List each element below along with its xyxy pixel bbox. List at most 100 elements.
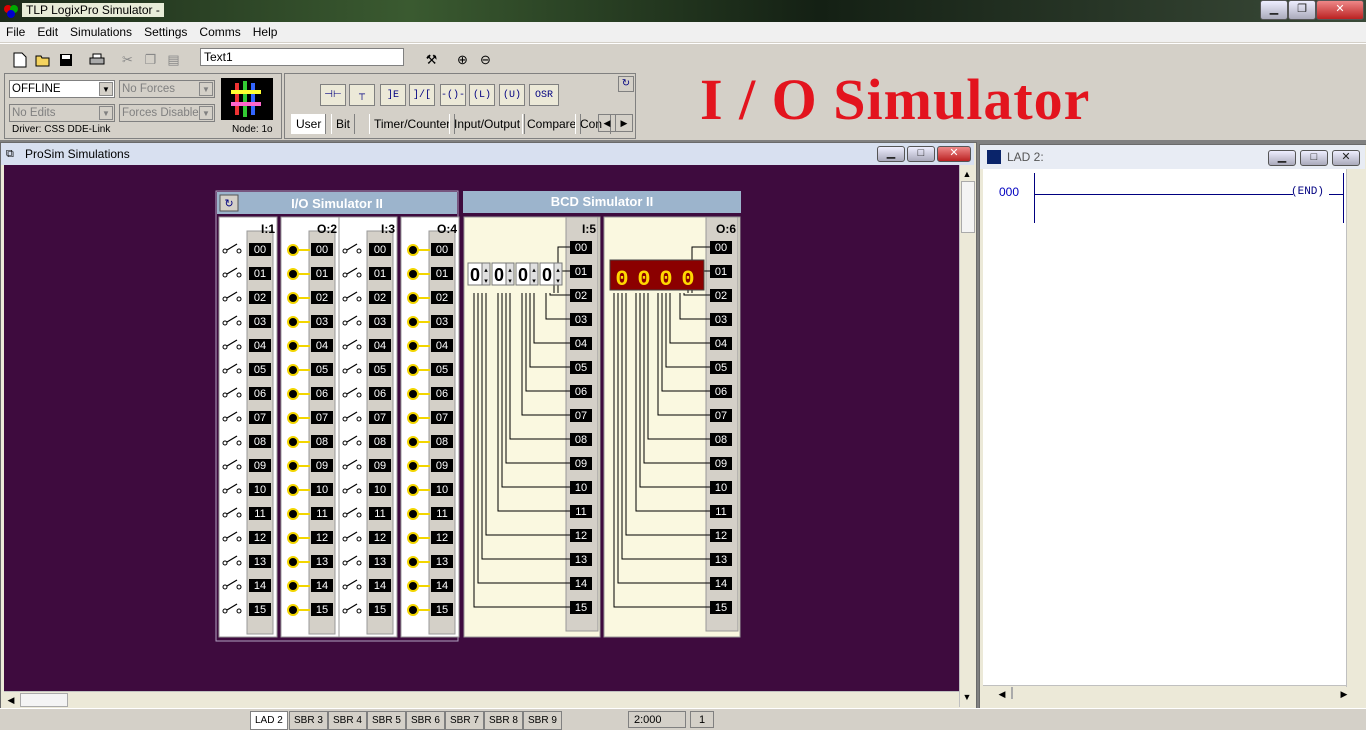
xic-instruction-button[interactable]: ⊣⊢ [320,84,346,106]
edits-select[interactable]: No Edits ▼ [9,104,115,122]
forces-enable-select[interactable]: Forces Disabled ▼ [119,104,215,122]
new-file-button[interactable] [8,48,31,71]
close-button[interactable]: ✕ [1316,0,1364,20]
prosim-vertical-scrollbar[interactable]: ▲ ▼ [959,165,975,707]
output-latch-button[interactable]: (L) [469,84,495,106]
zoom-in-button[interactable]: ⊕ [451,48,474,71]
close-icon: ✕ [1335,3,1345,15]
tab-sbr-4[interactable]: SBR 4 [328,711,367,730]
examine-off-button[interactable]: ]/[ [409,84,435,106]
bit-number: 04 [436,340,448,352]
tab-sbr-5[interactable]: SBR 5 [367,711,406,730]
print-button[interactable] [85,48,108,71]
bit-number: 07 [715,410,727,422]
bit-number: 11 [575,506,586,518]
ladder-title: LAD 2: [1007,150,1044,164]
spin-down-icon: ▾ [532,278,536,285]
tab-sbr-6[interactable]: SBR 6 [406,711,445,730]
lamp-icon [407,508,419,520]
zoom-out-button[interactable]: ⊖ [474,48,497,71]
menu-settings[interactable]: Settings [138,22,193,42]
ladder-minimize-button[interactable]: ▁ [1268,150,1296,166]
tab-scroll-left-button[interactable]: ◀ [598,114,616,132]
palette-refresh-button[interactable]: ↻ [618,76,634,92]
bit-number: 09 [436,460,448,472]
bit-number: 07 [254,412,266,424]
tab-timer-counter[interactable]: Timer/Counter [369,114,456,134]
processor-icon [221,78,273,120]
cut-button[interactable]: ✂ [116,48,139,71]
menu-file[interactable]: File [0,22,31,42]
ladder-maximize-button[interactable]: □ [1300,150,1328,166]
thumbwheel-value: 0 [542,265,552,285]
new-file-icon [13,52,26,67]
tab-sbr-9[interactable]: SBR 9 [523,711,562,730]
tab-input-output[interactable]: Input/Output [449,114,526,134]
text-field[interactable] [200,48,404,66]
tab-scroll-right-button[interactable]: ▶ [615,114,633,132]
bcd-slot-label: O:6 [716,222,736,236]
right-power-rail [1343,173,1344,223]
osr-button[interactable]: OSR [529,84,559,106]
scroll-thumb[interactable] [961,181,975,233]
maximize-icon: □ [917,147,925,159]
tab-compare[interactable]: Compare [522,114,582,134]
prosim-window: ⧉ ProSim Simulations ▁ □ ✕ I/O Simulator… [0,142,977,710]
save-button[interactable] [54,48,77,71]
thumbwheel-value: 0 [470,265,480,285]
minimize-icon: ▁ [886,147,896,159]
output-energize-button[interactable]: -()- [440,84,466,106]
copy-button[interactable]: ❐ [139,48,162,71]
mode-select[interactable]: OFFLINE ▼ [9,80,115,98]
forces-select[interactable]: No Forces ▼ [119,80,215,98]
bit-number: 13 [316,556,328,568]
prosim-horizontal-scrollbar[interactable]: ◀ [4,691,959,708]
prosim-close-button[interactable]: ✕ [937,146,971,162]
tab-lad-2[interactable]: LAD 2 [250,711,288,730]
bit-number: 07 [316,412,328,424]
tab-bit[interactable]: Bit [331,114,356,134]
tools-button[interactable]: ⚒ [420,48,443,71]
bit-number: 08 [715,434,727,446]
prosim-maximize-button[interactable]: □ [907,146,935,162]
maximize-button[interactable]: ❐ [1288,0,1316,20]
menu-edit[interactable]: Edit [31,22,64,42]
scroll-thumb[interactable] [1011,687,1013,699]
bit-number: 01 [316,268,328,280]
menu-simulations[interactable]: Simulations [64,22,138,42]
save-icon [59,53,72,66]
bit-number: 00 [254,244,266,256]
output-unlatch-button[interactable]: (U) [499,84,525,106]
end-instruction[interactable]: (END) [1291,186,1324,198]
ladder-window: LAD 2: ▁ □ ✕ 000 (END) ◀ ▶ [979,144,1366,710]
tab-sbr-7[interactable]: SBR 7 [445,711,484,730]
ladder-horizontal-scrollbar[interactable]: ◀ ▶ [983,685,1347,702]
io-panel-title: I/O Simulator II [291,196,383,211]
menu-comms[interactable]: Comms [193,22,246,42]
ladder-vertical-scrollbar[interactable] [1346,169,1362,687]
scroll-down-icon: ▼ [962,692,972,702]
spin-up-icon: ▴ [532,267,536,274]
arrow-left-icon: ◀ [603,118,611,128]
scroll-thumb[interactable] [20,693,68,707]
bit-number: 05 [374,364,386,376]
lamp-icon [287,292,299,304]
ladder-close-button[interactable]: ✕ [1332,150,1360,166]
refresh-icon: ↻ [621,78,631,89]
examine-on-button[interactable]: ]E [380,84,406,106]
prosim-minimize-button[interactable]: ▁ [877,146,905,162]
forces-enabled-value: Forces Disabled [122,107,206,119]
bit-number: 08 [254,436,266,448]
open-file-button[interactable] [31,48,54,71]
paste-button[interactable]: ▤ [162,48,185,71]
menu-help[interactable]: Help [247,22,284,42]
tab-user[interactable]: User [291,114,327,134]
bit-number: 15 [254,604,266,616]
bit-number: 06 [715,386,727,398]
branch-instruction-button[interactable]: ┬ [349,84,375,106]
tab-sbr-3[interactable]: SBR 3 [289,711,328,730]
bit-number: 05 [575,362,587,374]
arrow-right-icon: ▶ [620,118,628,128]
minimize-button[interactable]: ▁ [1260,0,1288,20]
tab-sbr-8[interactable]: SBR 8 [484,711,523,730]
